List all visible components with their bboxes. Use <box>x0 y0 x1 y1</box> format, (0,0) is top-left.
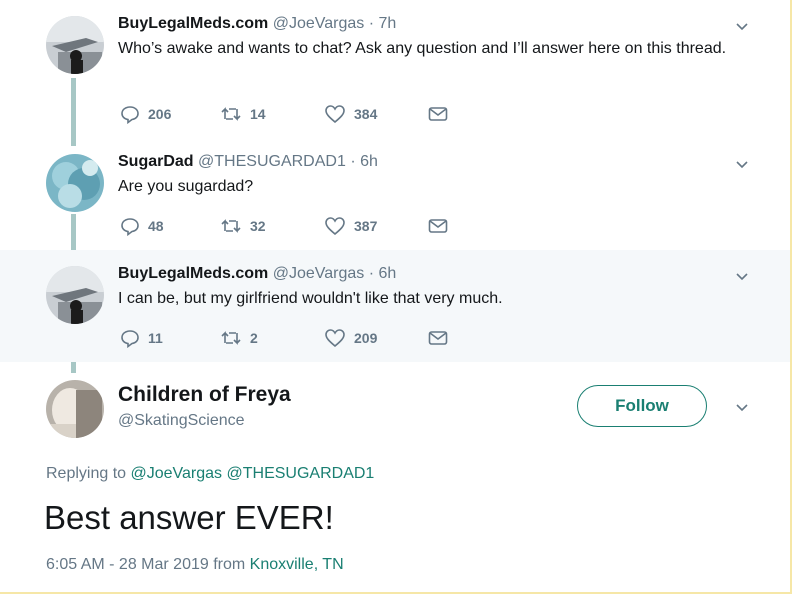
tweet-thread-panel: BuyLegalMeds.com @JoeVargas · 7h Who’s a… <box>0 0 792 594</box>
like-button[interactable]: 209 <box>324 328 428 348</box>
retweet-button[interactable]: 2 <box>220 329 324 347</box>
chevron-down-icon[interactable] <box>734 399 750 415</box>
like-count: 384 <box>354 106 378 122</box>
reply-icon <box>121 218 139 236</box>
retweet-icon <box>221 331 241 345</box>
tweet-text: Who’s awake and wants to chat? Ask any q… <box>118 40 727 57</box>
display-name[interactable]: BuyLegalMeds.com <box>118 15 268 32</box>
tweet-1[interactable]: BuyLegalMeds.com @JoeVargas · 7h Who’s a… <box>0 0 790 138</box>
retweet-count: 32 <box>250 218 266 234</box>
heart-icon <box>325 217 345 236</box>
tweet-header: BuyLegalMeds.com @JoeVargas · 6h <box>118 264 396 284</box>
like-button[interactable]: 384 <box>324 104 428 124</box>
retweet-icon <box>221 107 241 121</box>
tweet-text: Are you sugardad? <box>118 178 254 195</box>
reply-count: 11 <box>148 330 163 346</box>
avatar[interactable] <box>46 380 104 438</box>
handle[interactable]: @JoeVargas <box>273 15 365 32</box>
retweet-count: 14 <box>250 106 266 122</box>
timestamp[interactable]: · 6h <box>350 153 378 170</box>
avatar[interactable] <box>46 16 104 74</box>
dm-button[interactable] <box>428 330 448 346</box>
chevron-down-icon[interactable] <box>734 156 750 172</box>
retweet-button[interactable]: 32 <box>220 217 324 235</box>
tweet-3[interactable]: BuyLegalMeds.com @JoeVargas · 6h I can b… <box>0 250 790 362</box>
handle[interactable]: @JoeVargas <box>273 265 365 282</box>
display-name[interactable]: BuyLegalMeds.com <box>118 265 268 282</box>
reply-icon <box>121 330 139 348</box>
replying-prefix: Replying to <box>46 465 127 482</box>
envelope-icon <box>428 219 448 233</box>
timestamp[interactable]: · 6h <box>369 265 397 282</box>
retweet-count: 2 <box>250 330 258 346</box>
envelope-icon <box>428 331 448 345</box>
avatar[interactable] <box>46 266 104 324</box>
like-count: 387 <box>354 218 378 234</box>
handle[interactable]: @THESUGARDAD1 <box>198 153 346 170</box>
tweet-text: I can be, but my girlfriend wouldn't lik… <box>118 290 503 307</box>
display-name[interactable]: SugarDad <box>118 153 194 170</box>
reply-count: 206 <box>148 106 172 122</box>
author-handle[interactable]: @SkatingScience <box>118 411 245 431</box>
reply-count: 48 <box>148 218 164 234</box>
retweet-icon <box>221 219 241 233</box>
avatar[interactable] <box>46 154 104 212</box>
chevron-down-icon[interactable] <box>734 18 750 34</box>
replying-to: Replying to @JoeVargas @THESUGARDAD1 <box>46 464 374 484</box>
replying-link-joevargas[interactable]: @JoeVargas <box>131 465 223 482</box>
replying-link-thesugardad1[interactable]: @THESUGARDAD1 <box>227 465 375 482</box>
timestamp-text: 6:05 AM - 28 Mar 2019 from <box>46 556 246 573</box>
like-count: 209 <box>354 330 378 346</box>
heart-icon <box>325 329 345 348</box>
envelope-icon <box>428 107 448 121</box>
reply-button[interactable]: 206 <box>120 104 220 124</box>
reply-icon <box>121 106 139 124</box>
like-button[interactable]: 387 <box>324 216 428 236</box>
chevron-down-icon[interactable] <box>734 268 750 284</box>
tweet-actions: 11 2 209 <box>120 326 448 350</box>
retweet-button[interactable]: 14 <box>220 105 324 123</box>
dm-button[interactable] <box>428 106 448 122</box>
author-name[interactable]: Children of Freya <box>118 382 291 408</box>
tweet-actions: 48 32 387 <box>120 214 448 238</box>
tweet-actions: 206 14 384 <box>120 102 448 126</box>
tweet-header: BuyLegalMeds.com @JoeVargas · 7h <box>118 14 396 34</box>
reply-button[interactable]: 48 <box>120 216 220 236</box>
dm-button[interactable] <box>428 218 448 234</box>
tweet-2[interactable]: SugarDad @THESUGARDAD1 · 6h Are you suga… <box>0 138 790 250</box>
timestamp[interactable]: · 7h <box>369 15 397 32</box>
location-link[interactable]: Knoxville, TN <box>250 556 344 573</box>
follow-button[interactable]: Follow <box>577 385 707 427</box>
tweet-timestamp: 6:05 AM - 28 Mar 2019 from Knoxville, TN <box>46 555 344 575</box>
tweet-header: SugarDad @THESUGARDAD1 · 6h <box>118 152 378 172</box>
reply-button[interactable]: 11 <box>120 328 220 348</box>
main-tweet-text: Best answer EVER! <box>44 499 334 536</box>
heart-icon <box>325 105 345 124</box>
